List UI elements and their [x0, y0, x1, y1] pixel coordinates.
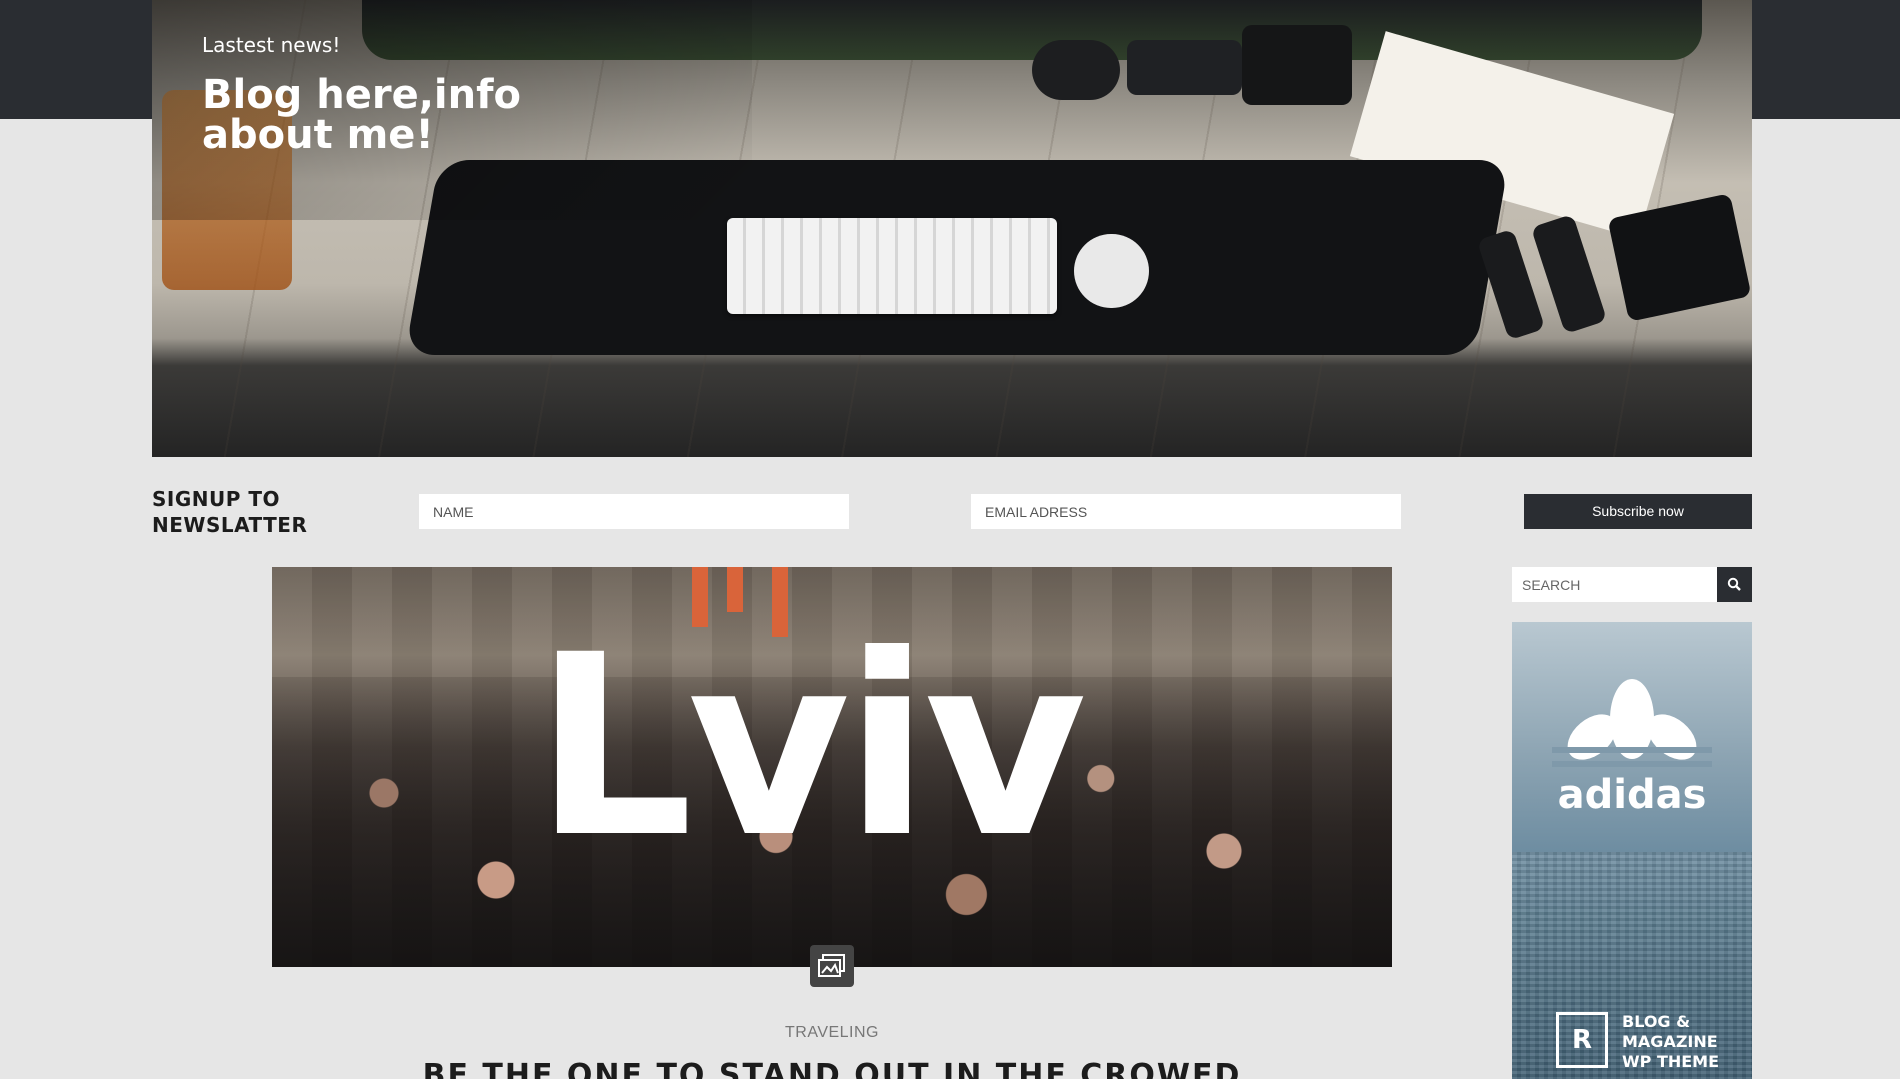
ad-badge: R	[1556, 1012, 1608, 1068]
ad-tagline: BLOG & MAGAZINE WP THEME	[1622, 1012, 1720, 1071]
device-image	[1242, 25, 1352, 105]
mouse-image	[1074, 234, 1149, 308]
search-button[interactable]	[1717, 567, 1752, 602]
sidebar-ad-banner[interactable]: adidas R BLOG & MAGAZINE WP THEME	[1512, 622, 1752, 1079]
hero-kicker: Lastest news!	[202, 33, 341, 57]
keyboard-image	[727, 218, 1057, 314]
featured-image-word: Lviv	[534, 601, 1087, 892]
ad-brand: adidas	[1557, 772, 1707, 818]
monitor-stand-image	[1032, 40, 1120, 100]
hero-banner[interactable]: Lastest news! Blog here,info about me!	[152, 0, 1752, 457]
newsletter-name-input[interactable]	[419, 494, 849, 529]
newsletter-label: SIGNUP TO NEWSLATTER	[152, 487, 308, 537]
newsletter-email-input[interactable]	[971, 494, 1401, 529]
featured-post-image[interactable]: Lviv	[272, 567, 1392, 967]
adidas-trefoil-logo	[1552, 679, 1712, 767]
search-icon	[1727, 577, 1741, 591]
image-gallery-icon	[810, 945, 854, 987]
hero-title[interactable]: Blog here,info about me!	[202, 75, 622, 155]
post-category[interactable]: TRAVELING	[272, 1024, 1392, 1042]
post-title[interactable]: BE THE ONE TO STAND OUT IN THE CROWED	[272, 1058, 1392, 1079]
subscribe-button[interactable]: Subscribe now	[1524, 494, 1752, 529]
device-image	[1127, 40, 1242, 95]
search-input[interactable]	[1512, 567, 1717, 602]
